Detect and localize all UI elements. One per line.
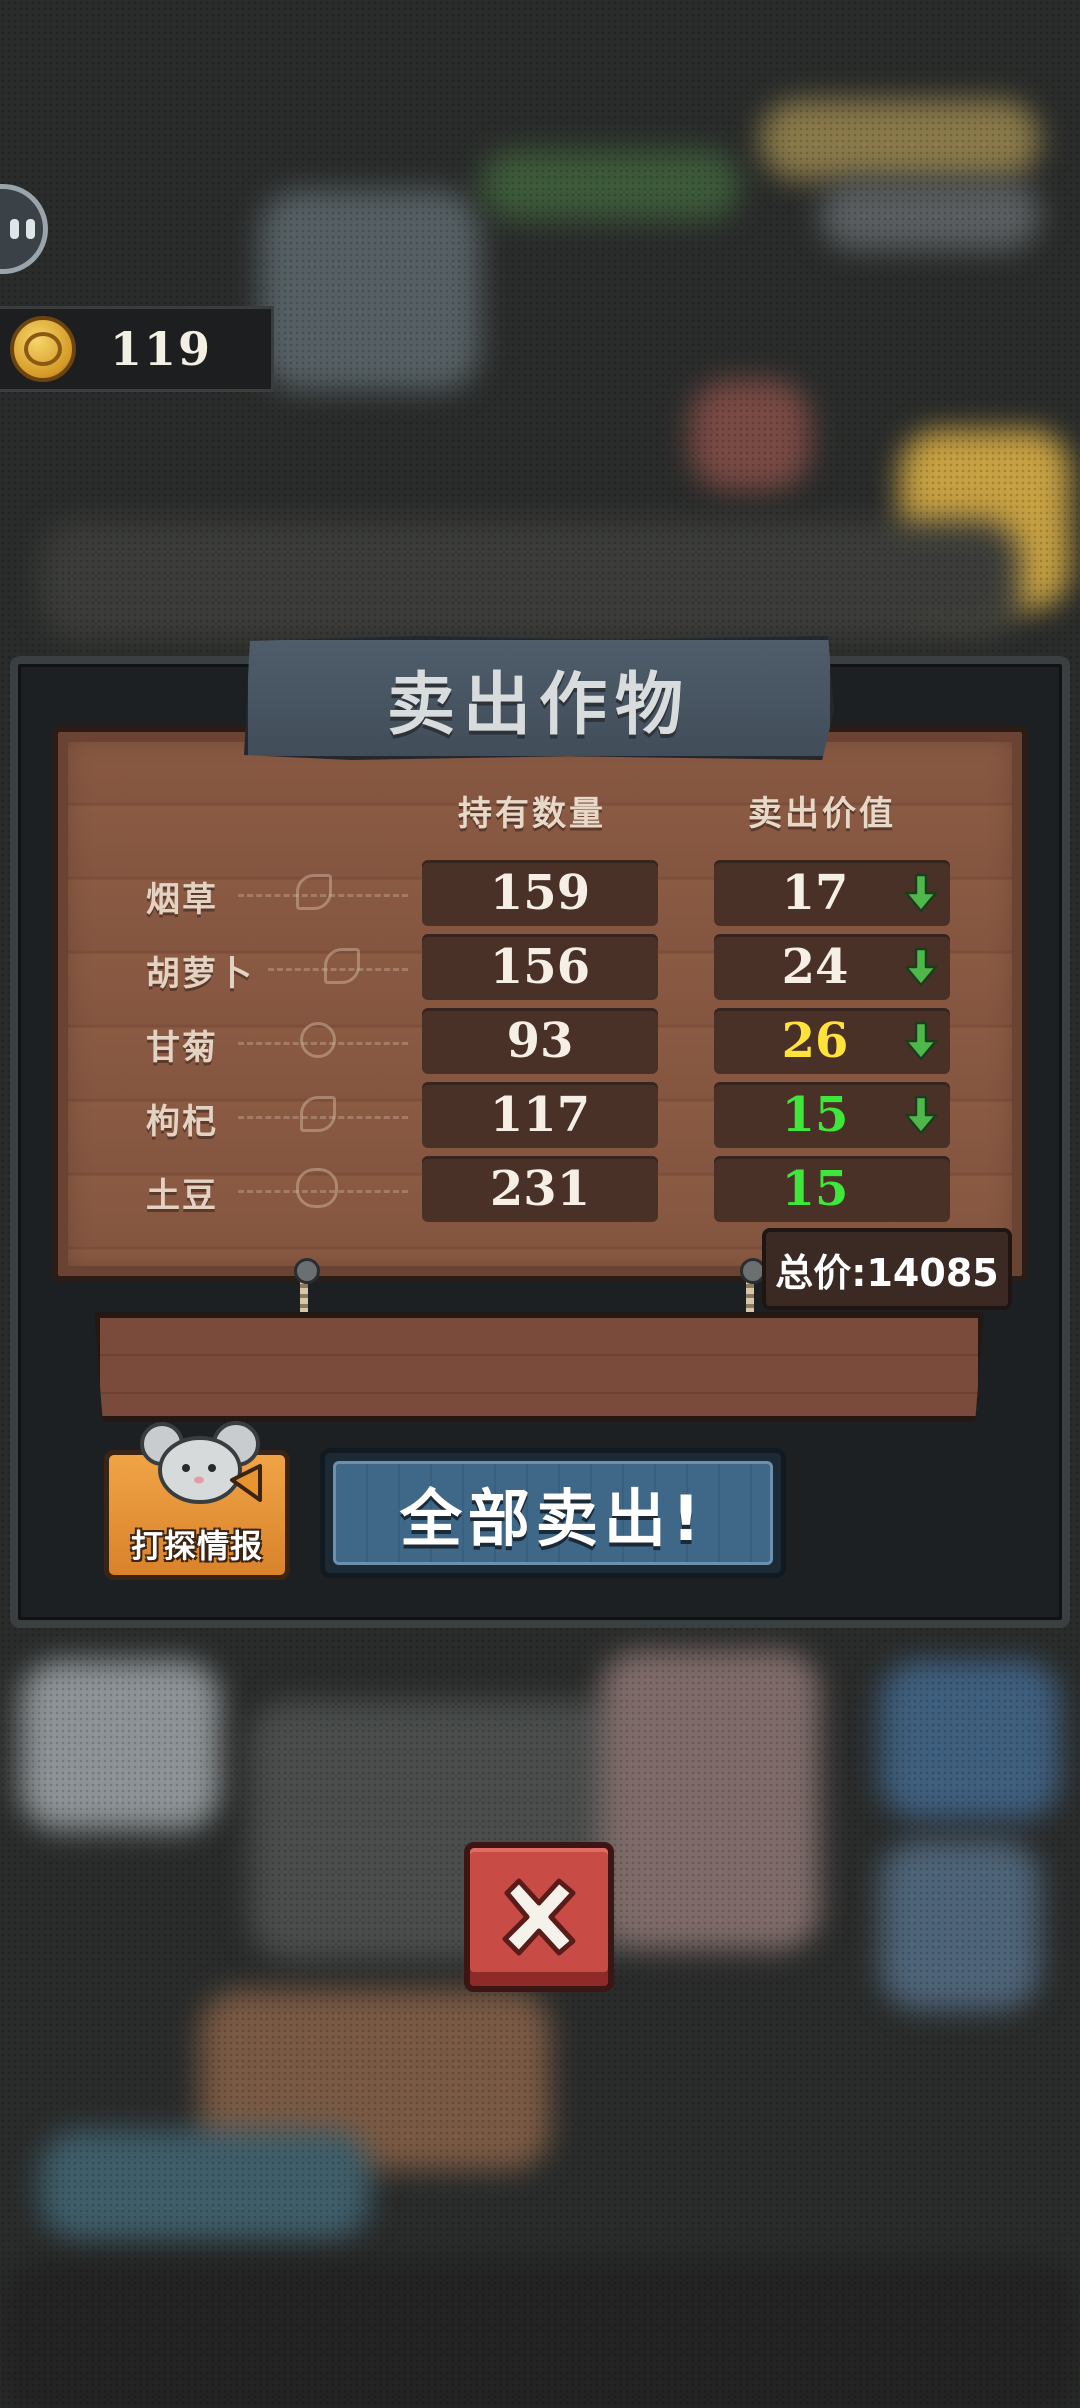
coin-icon — [10, 316, 76, 382]
crop-quantity: 159 — [422, 860, 658, 926]
crop-quantity: 117 — [422, 1082, 658, 1148]
leaf-icon — [296, 874, 332, 910]
arrow-down-icon — [904, 1095, 938, 1135]
arrow-down-icon — [904, 873, 938, 913]
crop-price: 15 — [714, 1156, 950, 1222]
crop-price-value: 15 — [781, 1161, 849, 1217]
crop-name: 枸杞 — [146, 1102, 218, 1142]
crop-price: 15 — [714, 1082, 950, 1148]
close-button[interactable] — [464, 1842, 614, 1992]
crop-name: 胡萝卜 — [146, 954, 254, 994]
scout-intel-label: 打探情报 — [130, 1527, 263, 1565]
crop-price-value: 17 — [781, 865, 849, 921]
crop-price-value: 24 — [781, 939, 849, 995]
crop-quantity: 93 — [422, 1008, 658, 1074]
crop-name: 土豆 — [146, 1176, 218, 1216]
sell-all-button[interactable]: 全部卖出! — [320, 1448, 786, 1578]
crop-price-value: 26 — [781, 1013, 849, 1069]
crop-price: 17 — [714, 860, 950, 926]
crop-name: 烟草 — [146, 880, 218, 920]
mouse-mascot-icon — [140, 1421, 262, 1504]
dialog-title: 卖出作物 — [386, 665, 691, 745]
pause-icon — [9, 219, 19, 239]
arrow-down-icon — [904, 947, 938, 987]
crop-price: 26 — [714, 1008, 950, 1074]
column-header-quantity: 持有数量 — [458, 794, 606, 834]
carrot-icon — [324, 948, 360, 984]
coin-counter: 119 — [0, 306, 274, 392]
crop-name: 甘菊 — [146, 1028, 218, 1068]
crop-price-value: 15 — [781, 1087, 849, 1143]
dialog-title-plate: 卖出作物 — [244, 636, 834, 760]
crop-quantity: 231 — [422, 1156, 658, 1222]
crop-price: 24 — [714, 934, 950, 1000]
column-header-price: 卖出价值 — [748, 794, 896, 834]
flower-icon — [300, 1022, 336, 1058]
close-icon — [502, 1878, 576, 1956]
coin-count: 119 — [110, 322, 213, 376]
wooden-shelf — [94, 1312, 984, 1422]
sell-all-label: 全部卖出! — [333, 1461, 773, 1565]
total-price-tag: 总价:14085 — [762, 1228, 1012, 1310]
potato-icon — [296, 1168, 338, 1208]
berry-leaf-icon — [300, 1096, 336, 1132]
arrow-down-icon — [904, 1021, 938, 1061]
crop-quantity: 156 — [422, 934, 658, 1000]
